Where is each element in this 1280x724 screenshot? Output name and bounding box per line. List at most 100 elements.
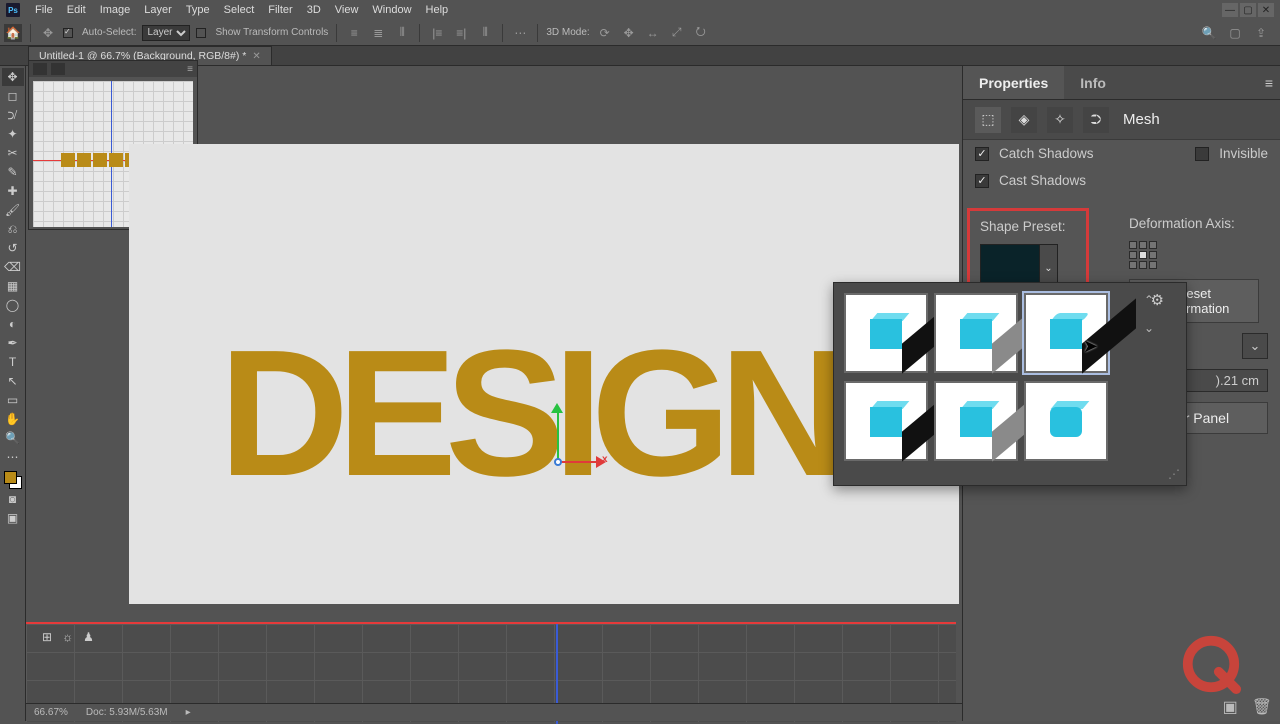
3d-pan-icon[interactable]: ✥ — [620, 24, 638, 42]
show-transform-label: Show Transform Controls — [215, 27, 328, 38]
home-icon[interactable]: 🏠 — [4, 24, 22, 42]
3d-orbit-icon[interactable]: ⟳ — [596, 24, 614, 42]
resize-grip-icon[interactable]: ⋰ — [1168, 467, 1180, 481]
scroll-up-icon[interactable]: ⌃ — [1144, 293, 1154, 309]
auto-select-checkbox[interactable] — [63, 28, 73, 38]
secondary-view-icon[interactable]: ⊞ — [42, 630, 52, 644]
window-close[interactable]: ✕ — [1258, 3, 1274, 17]
path-tool[interactable]: ↖ — [2, 372, 24, 390]
shape-tool[interactable]: ▭ — [2, 391, 24, 409]
eraser-tool[interactable]: ⌫ — [2, 258, 24, 276]
scroll-down-icon[interactable]: ⌄ — [1144, 321, 1154, 337]
show-transform-checkbox[interactable] — [196, 28, 206, 38]
close-tab-icon[interactable]: ✕ — [252, 51, 260, 62]
window-maximize[interactable]: ▢ — [1240, 3, 1256, 17]
cast-shadows-checkbox[interactable]: ✓ — [975, 174, 989, 188]
menu-help[interactable]: Help — [419, 2, 456, 18]
catch-shadows-label: Catch Shadows — [999, 146, 1094, 161]
3d-slide-icon[interactable]: ↔ — [644, 24, 662, 42]
invisible-label: Invisible — [1219, 146, 1268, 161]
distribute-icon-3[interactable]: ⫴ — [476, 24, 494, 42]
doc-size[interactable]: Doc: 5.93M/5.63M — [86, 707, 168, 718]
menu-view[interactable]: View — [328, 2, 366, 18]
coord-icon[interactable]: ⮊ — [1083, 107, 1109, 133]
3d-text[interactable]: DESIGN — [219, 324, 837, 504]
3d-rotate-icon[interactable]: ⭮ — [692, 24, 710, 42]
light-icon[interactable]: ☼ — [62, 630, 73, 644]
share-icon[interactable]: ⇪ — [1252, 24, 1270, 42]
delete-icon[interactable]: 🗑 — [1252, 697, 1272, 717]
lasso-tool[interactable]: ⟉ — [2, 106, 24, 124]
menu-file[interactable]: File — [28, 2, 60, 18]
mesh-icon[interactable]: ⬚ — [975, 107, 1001, 133]
cap-icon[interactable]: ✧ — [1047, 107, 1073, 133]
shape-preset-label: Shape Preset: — [980, 219, 1076, 234]
navigator-icon — [33, 63, 47, 75]
preset-extrude[interactable] — [844, 293, 928, 373]
menu-filter[interactable]: Filter — [261, 2, 299, 18]
menu-layer[interactable]: Layer — [137, 2, 179, 18]
invisible-checkbox[interactable] — [1195, 147, 1209, 161]
texture-dropdown[interactable]: ⌄ — [1242, 333, 1268, 359]
preset-inflate-3[interactable] — [1024, 381, 1108, 461]
window-minimize[interactable]: — — [1222, 3, 1238, 17]
deform-axis-grid[interactable] — [1129, 241, 1169, 267]
zoom-level[interactable]: 66.67% — [34, 707, 68, 718]
3d-scale-icon[interactable]: ⤢ — [668, 24, 686, 42]
distribute-icon-2[interactable]: ≡| — [452, 24, 470, 42]
move-tool[interactable]: ✥ — [2, 68, 24, 86]
menu-type[interactable]: Type — [179, 2, 217, 18]
gradient-tool[interactable]: ▦ — [2, 277, 24, 295]
camera-icon[interactable]: ♟ — [83, 630, 94, 644]
stamp-tool[interactable]: ⎌ — [2, 220, 24, 238]
menu-edit[interactable]: Edit — [60, 2, 93, 18]
menu-window[interactable]: Window — [365, 2, 418, 18]
crop-tool[interactable]: ✂ — [2, 144, 24, 162]
catch-shadows-checkbox[interactable]: ✓ — [975, 147, 989, 161]
healing-tool[interactable]: ✚ — [2, 182, 24, 200]
status-caret-icon[interactable]: ▸ — [186, 707, 191, 718]
brush-tool[interactable]: 🖌 — [2, 201, 24, 219]
hand-tool[interactable]: ✋ — [2, 410, 24, 428]
panel-menu-icon[interactable]: ≡ — [1258, 66, 1280, 99]
toolbox: ✥ ◻ ⟉ ✦ ✂ ✎ ✚ 🖌 ⎌ ↺ ⌫ ▦ ◯ ◐ ✒ T ↖ ▭ ✋ 🔍 … — [0, 66, 26, 721]
preset-inflate-1[interactable] — [844, 381, 928, 461]
deform-axis-label: Deformation Axis: — [1129, 216, 1259, 231]
auto-select-target[interactable]: Layer — [142, 25, 190, 41]
shape-preset-popup: ⚙ ➤ ⌃ ⌄ ⋰ — [833, 282, 1187, 486]
history-brush-tool[interactable]: ↺ — [2, 239, 24, 257]
overflow-icon[interactable]: ⋯ — [511, 24, 529, 42]
align-icon-3[interactable]: ⫴ — [393, 24, 411, 42]
type-tool[interactable]: T — [2, 353, 24, 371]
blur-tool[interactable]: ◯ — [2, 296, 24, 314]
screenmode-tool[interactable]: ▣ — [2, 509, 24, 527]
preset-bevel-round[interactable]: ➤ — [1024, 293, 1108, 373]
auto-select-label: Auto-Select: — [82, 27, 136, 38]
zoom-tool[interactable]: 🔍 — [2, 429, 24, 447]
menu-3d[interactable]: 3D — [300, 2, 328, 18]
distribute-icon[interactable]: |≡ — [428, 24, 446, 42]
deform-icon[interactable]: ◈ — [1011, 107, 1037, 133]
dodge-tool[interactable]: ◐ — [2, 315, 24, 333]
search-icon[interactable]: 🔍 — [1200, 24, 1218, 42]
frame-icon[interactable]: ▢ — [1226, 24, 1244, 42]
menu-select[interactable]: Select — [217, 2, 262, 18]
pen-tool[interactable]: ✒ — [2, 334, 24, 352]
edit-toolbar[interactable]: ⋯ — [2, 448, 24, 466]
eyedropper-tool[interactable]: ✎ — [2, 163, 24, 181]
render-icon[interactable]: ▣ — [1223, 697, 1238, 717]
panel-menu-icon[interactable]: ≡ — [187, 64, 193, 75]
quickmask-tool[interactable]: ◙ — [2, 490, 24, 508]
preset-inflate-2[interactable] — [934, 381, 1018, 461]
color-swatch[interactable] — [4, 471, 22, 489]
wand-tool[interactable]: ✦ — [2, 125, 24, 143]
tab-info[interactable]: Info — [1064, 66, 1122, 99]
options-bar: 🏠 ✥ Auto-Select: Layer Show Transform Co… — [0, 20, 1280, 46]
align-icon[interactable]: ≡ — [345, 24, 363, 42]
align-icon-2[interactable]: ≣ — [369, 24, 387, 42]
menu-image[interactable]: Image — [93, 2, 138, 18]
preset-bevel-extrude[interactable] — [934, 293, 1018, 373]
tab-properties[interactable]: Properties — [963, 66, 1064, 99]
marquee-tool[interactable]: ◻ — [2, 87, 24, 105]
mesh-label: Mesh — [1123, 111, 1160, 128]
